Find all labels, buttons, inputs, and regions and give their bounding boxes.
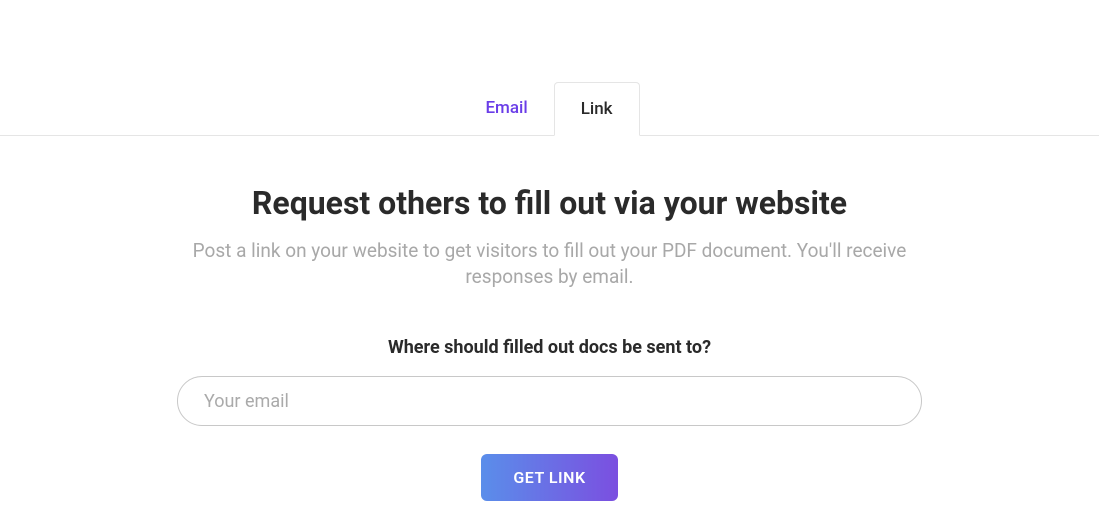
tabs-container: Email Link (0, 0, 1099, 136)
content-area: Request others to fill out via your webs… (0, 136, 1099, 501)
form-section: Where should filled out docs be sent to?… (0, 337, 1099, 501)
page-subheading: Post a link on your website to get visit… (160, 238, 940, 289)
page-heading: Request others to fill out via your webs… (0, 184, 1099, 222)
tab-link[interactable]: Link (554, 82, 640, 136)
form-label: Where should filled out docs be sent to? (0, 337, 1099, 358)
get-link-button[interactable]: GET LINK (481, 454, 617, 501)
email-input[interactable] (177, 376, 922, 426)
tab-email[interactable]: Email (459, 82, 553, 135)
